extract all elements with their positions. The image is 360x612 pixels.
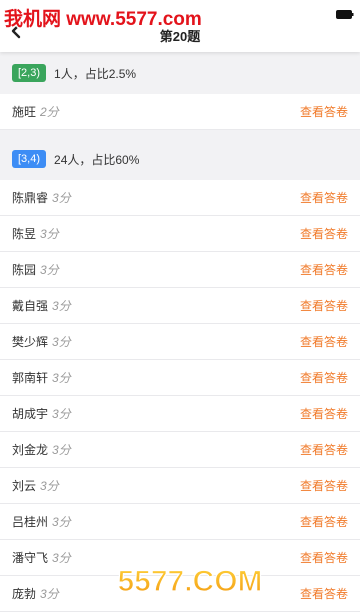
list-item: 戴自强 3分 查看答卷 [0,288,360,324]
list-item: 陈昱 3分 查看答卷 [0,216,360,252]
student-name: 刘云 [12,479,37,493]
battery-icon [336,6,354,19]
student-score: 3分 [52,407,71,421]
range-badge: [3,4) [12,150,47,168]
student-name: 潘守飞 [12,551,49,565]
view-answer-link[interactable]: 查看答卷 [300,549,348,566]
student-name: 胡成宇 [12,407,49,421]
list-item: 樊少辉 3分 查看答卷 [0,324,360,360]
view-answer-link[interactable]: 查看答卷 [300,441,348,458]
list-item: 郭南轩 3分 查看答卷 [0,360,360,396]
view-answer-link[interactable]: 查看答卷 [300,477,348,494]
view-answer-link[interactable]: 查看答卷 [300,333,348,350]
student-score: 3分 [40,587,59,601]
student-score: 3分 [52,299,71,313]
list-item: 陈鼎睿 3分 查看答卷 [0,180,360,216]
student-name: 戴自强 [12,299,49,313]
view-answer-link[interactable]: 查看答卷 [300,405,348,422]
student-name: 樊少辉 [12,335,49,349]
list-item: 胡成宇 3分 查看答卷 [0,396,360,432]
view-answer-link[interactable]: 查看答卷 [300,261,348,278]
student-name: 郭南轩 [12,371,49,385]
watermark-bottom-text: 5577.COM [117,565,262,598]
student-name: 陈园 [12,263,37,277]
student-score: 3分 [40,227,59,241]
list-item: 陈园 3分 查看答卷 [0,252,360,288]
student-score: 3分 [40,479,59,493]
list-item: 刘金龙 3分 查看答卷 [0,432,360,468]
view-answer-link[interactable]: 查看答卷 [300,585,348,602]
student-score: 3分 [52,371,71,385]
view-answer-link[interactable]: 查看答卷 [300,103,348,120]
student-score: 3分 [40,263,59,277]
student-name: 庞勃 [12,587,37,601]
watermark-logo: 5577.COM [117,564,263,598]
student-name: 吕桂州 [12,515,49,529]
list-item: 刘云 3分 查看答卷 [0,468,360,504]
student-score: 3分 [52,551,71,565]
view-answer-link[interactable]: 查看答卷 [300,513,348,530]
student-score: 3分 [52,515,71,529]
student-score: 2分 [40,105,59,119]
group-header: [3,4) 24人，占比60% [0,138,360,180]
student-score: 3分 [52,191,71,205]
group-header: [2,3) 1人，占比2.5% [0,52,360,94]
student-name: 施旺 [12,105,37,119]
student-name: 陈昱 [12,227,37,241]
list-item: 吕桂州 3分 查看答卷 [0,504,360,540]
divider [0,130,360,138]
view-answer-link[interactable]: 查看答卷 [300,225,348,242]
view-answer-link[interactable]: 查看答卷 [300,369,348,386]
group-summary: 1人，占比2.5% [54,66,137,81]
watermark-top: 我机网 www.5577.com [4,9,202,30]
list-item: 施旺 2分 查看答卷 [0,94,360,130]
view-answer-link[interactable]: 查看答卷 [300,189,348,206]
student-score: 3分 [52,443,71,457]
student-name: 陈鼎睿 [12,191,49,205]
range-badge: [2,3) [12,64,47,82]
view-answer-link[interactable]: 查看答卷 [300,297,348,314]
score-group-list: [2,3) 1人，占比2.5% 施旺 2分 查看答卷 [3,4) 24人，占比60… [0,52,360,612]
student-name: 刘金龙 [12,443,49,457]
group-summary: 24人，占比60% [54,152,140,167]
student-score: 3分 [52,335,71,349]
